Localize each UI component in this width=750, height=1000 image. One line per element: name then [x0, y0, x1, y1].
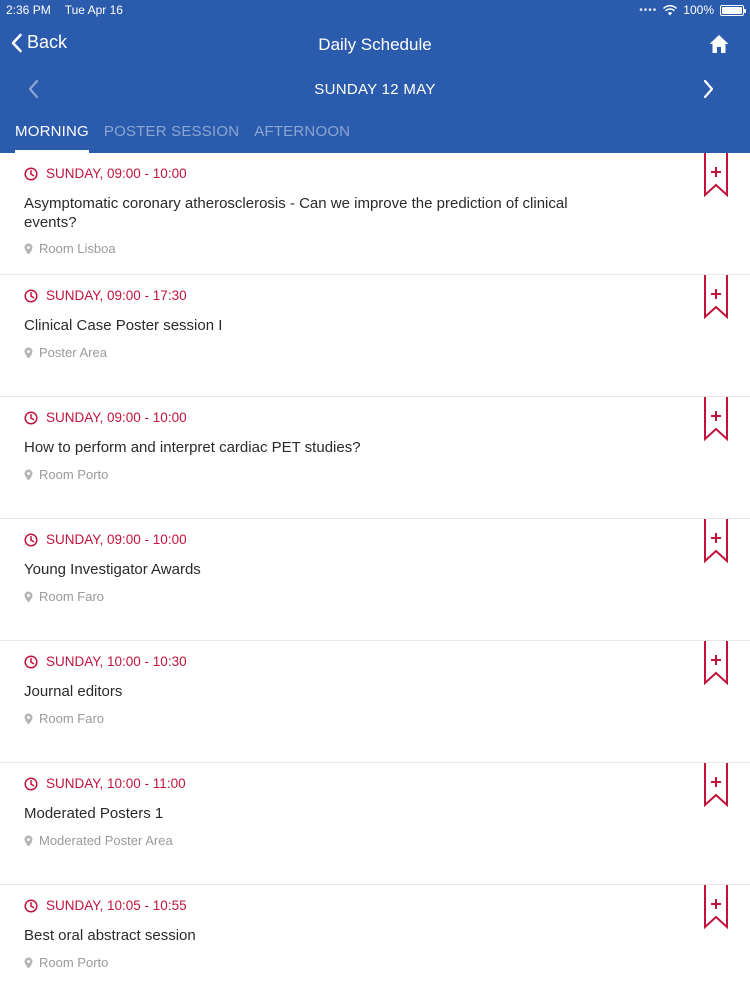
session-item[interactable]: SUNDAY, 09:00 - 17:30 Clinical Case Post… — [0, 275, 750, 397]
session-time-row: SUNDAY, 09:00 - 10:00 — [24, 166, 187, 181]
session-list: SUNDAY, 09:00 - 10:00 Asymptomatic coron… — [0, 153, 750, 1000]
battery-percent: 100% — [683, 3, 714, 17]
session-location: Room Faro — [39, 711, 105, 726]
location-pin-icon — [24, 347, 33, 358]
app-header: 2:36 PM Tue Apr 16 •••• 100% Back Daily … — [0, 0, 750, 153]
session-location: Room Porto — [39, 955, 109, 970]
session-location: Moderated Poster Area — [39, 833, 173, 848]
session-title: How to perform and interpret cardiac PET… — [24, 439, 361, 456]
clock-icon — [24, 288, 38, 303]
add-bookmark-icon[interactable] — [703, 763, 729, 807]
session-time: SUNDAY, 10:00 - 10:30 — [46, 654, 187, 669]
session-title: Moderated Posters 1 — [24, 805, 164, 822]
add-bookmark-icon[interactable] — [703, 153, 729, 197]
session-time-row: SUNDAY, 10:00 - 11:00 — [24, 776, 186, 791]
signal-icon: •••• — [639, 4, 658, 16]
page-title: Daily Schedule — [318, 35, 432, 54]
home-icon[interactable] — [708, 33, 730, 55]
battery-icon — [720, 4, 746, 16]
location-pin-icon — [24, 713, 33, 724]
clock-icon — [24, 654, 38, 669]
status-date: Tue Apr 16 — [64, 3, 123, 17]
session-time-row: SUNDAY, 09:00 - 10:00 — [24, 410, 187, 425]
current-date: SUNDAY 12 MAY — [314, 81, 436, 98]
location-pin-icon — [24, 957, 33, 968]
location-pin-icon — [24, 835, 33, 846]
tab-afternoon[interactable]: AFTERNOON — [254, 118, 350, 153]
status-bar: 2:36 PM Tue Apr 16 •••• 100% — [0, 0, 750, 20]
add-bookmark-icon[interactable] — [703, 885, 729, 929]
clock-icon — [24, 776, 38, 791]
clock-icon — [24, 898, 38, 913]
date-selector: SUNDAY 12 MAY — [0, 72, 750, 108]
session-title: Asymptomatic coronary atherosclerosis - … — [24, 195, 568, 231]
session-item[interactable]: SUNDAY, 09:00 - 10:00 Young Investigator… — [0, 519, 750, 641]
session-time: SUNDAY, 10:00 - 11:00 — [46, 776, 186, 791]
clock-icon — [24, 532, 38, 547]
session-time-row: SUNDAY, 09:00 - 10:00 — [24, 532, 187, 547]
add-bookmark-icon[interactable] — [703, 275, 729, 319]
session-item[interactable]: SUNDAY, 09:00 - 10:00 How to perform and… — [0, 397, 750, 519]
chevron-right-icon[interactable] — [698, 78, 718, 100]
wifi-icon — [663, 4, 678, 15]
session-time: SUNDAY, 09:00 - 17:30 — [46, 288, 187, 303]
session-title: Clinical Case Poster session I — [24, 317, 223, 334]
status-time: 2:36 PM — [6, 3, 51, 17]
session-location: Poster Area — [39, 345, 107, 360]
location-pin-icon — [24, 591, 33, 602]
session-location-row: Moderated Poster Area — [24, 833, 173, 848]
session-item[interactable]: SUNDAY, 10:00 - 10:30 Journal editors Ro… — [0, 641, 750, 763]
session-time-row: SUNDAY, 09:00 - 17:30 — [24, 288, 187, 303]
location-pin-icon — [24, 243, 33, 254]
session-location-row: Room Porto — [24, 955, 108, 970]
session-time: SUNDAY, 10:05 - 10:55 — [46, 898, 187, 913]
session-title: Best oral abstract session — [24, 927, 196, 944]
session-item[interactable]: SUNDAY, 10:05 - 10:55 Best oral abstract… — [0, 885, 750, 1000]
session-time: SUNDAY, 09:00 - 10:00 — [46, 166, 187, 181]
session-location-row: Room Faro — [24, 711, 104, 726]
session-tabs: MORNING POSTER SESSION AFTERNOON — [0, 118, 350, 153]
session-title: Young Investigator Awards — [24, 561, 201, 578]
tab-morning[interactable]: MORNING — [15, 118, 89, 153]
session-time-row: SUNDAY, 10:00 - 10:30 — [24, 654, 187, 669]
session-location: Room Faro — [39, 589, 105, 604]
clock-icon — [24, 410, 38, 425]
clock-icon — [24, 166, 38, 181]
session-location-row: Room Lisboa — [24, 241, 116, 256]
location-pin-icon — [24, 469, 33, 480]
session-item[interactable]: SUNDAY, 10:00 - 11:00 Moderated Posters … — [0, 763, 750, 885]
session-location-row: Room Porto — [24, 467, 108, 482]
session-time: SUNDAY, 09:00 - 10:00 — [46, 532, 187, 547]
session-location-row: Poster Area — [24, 345, 107, 360]
session-title: Journal editors — [24, 683, 123, 700]
session-location-row: Room Faro — [24, 589, 104, 604]
session-time: SUNDAY, 09:00 - 10:00 — [46, 410, 187, 425]
tab-poster-session[interactable]: POSTER SESSION — [104, 118, 239, 153]
add-bookmark-icon[interactable] — [703, 519, 729, 563]
session-location: Room Lisboa — [39, 241, 116, 256]
session-item[interactable]: SUNDAY, 09:00 - 10:00 Asymptomatic coron… — [0, 153, 750, 275]
session-time-row: SUNDAY, 10:05 - 10:55 — [24, 898, 187, 913]
add-bookmark-icon[interactable] — [703, 641, 729, 685]
add-bookmark-icon[interactable] — [703, 397, 729, 441]
session-location: Room Porto — [39, 467, 109, 482]
navigation-bar: Back Daily Schedule — [0, 24, 750, 64]
